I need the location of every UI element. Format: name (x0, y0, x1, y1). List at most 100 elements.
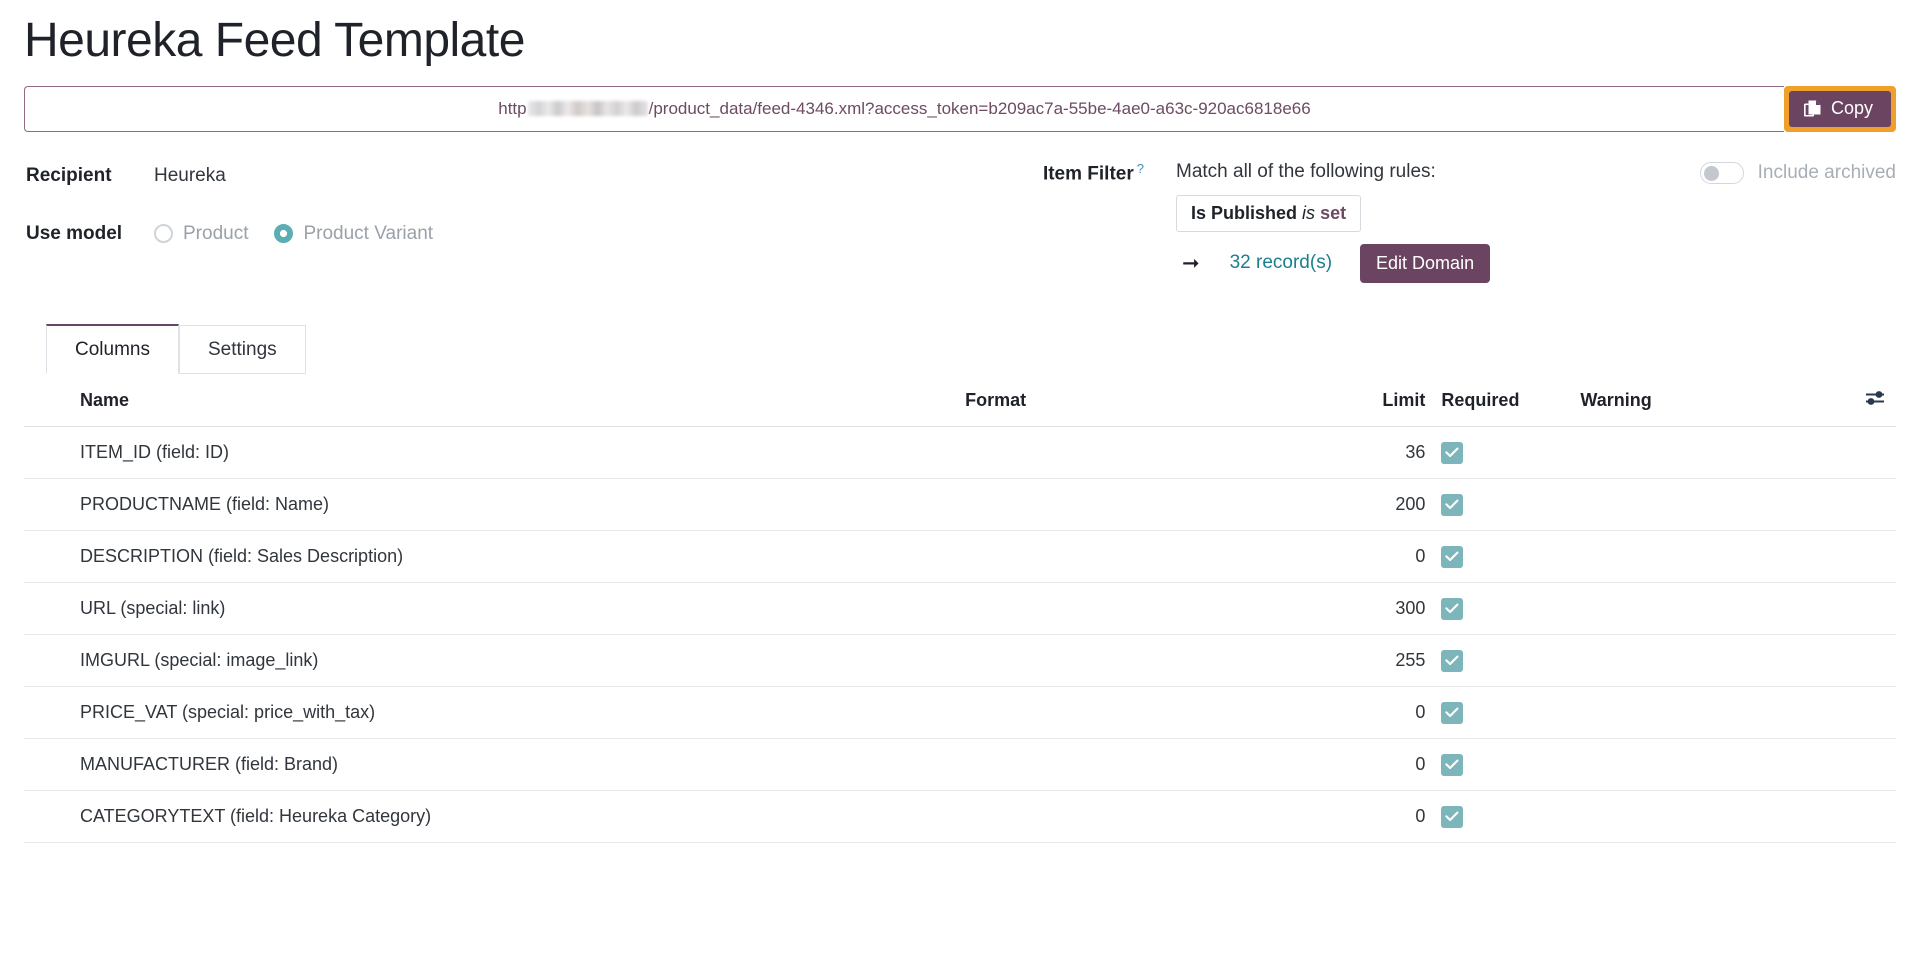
radio-circle-selected-icon (274, 224, 294, 244)
sliders-icon[interactable] (1864, 389, 1886, 412)
radio-label-product-variant: Product Variant (303, 222, 434, 244)
form-and-filter-region: Recipient Heureka Use model Product Prod… (24, 158, 1896, 283)
question-mark-icon[interactable]: ? (1137, 161, 1144, 176)
cell-format (965, 738, 1303, 791)
radio-circle-icon (154, 224, 173, 244)
columns-table: Name Format Limit Required Warning ITEM_… (24, 372, 1896, 843)
required-checkbox-checked-icon[interactable] (1441, 493, 1464, 516)
cell-warning (1558, 478, 1835, 531)
cell-tools (1834, 634, 1896, 687)
cell-format (965, 686, 1303, 739)
cell-format (965, 790, 1303, 843)
copy-button-label: Copy (1830, 98, 1873, 119)
table-row[interactable]: DESCRIPTION (field: Sales Description) 0 (24, 530, 1896, 583)
feed-url-prefix: http (498, 98, 527, 118)
record-count-row: ➞ 32 record(s) Edit Domain (1176, 243, 1566, 283)
rule-field: Is Published (1191, 202, 1298, 223)
rule-value: set (1320, 202, 1347, 223)
match-rules-text: Match all of the following rules: (1176, 160, 1436, 182)
include-archived-toggle[interactable] (1699, 161, 1744, 184)
filter-rule-chip[interactable]: Is Published is set (1176, 194, 1362, 232)
radio-option-product[interactable]: Product (154, 223, 248, 245)
cell-tools (1834, 686, 1896, 739)
copy-button[interactable]: Copy (1788, 90, 1891, 127)
cell-limit: 300 (1302, 582, 1426, 635)
cell-name: PRODUCTNAME (field: Name) (24, 478, 966, 531)
table-row[interactable]: MANUFACTURER (field: Brand) 0 (24, 738, 1896, 791)
recipient-row: Recipient Heureka (26, 158, 1004, 194)
cell-required (1425, 478, 1559, 531)
table-row[interactable]: PRODUCTNAME (field: Name) 200 (24, 478, 1896, 531)
cell-required (1425, 530, 1559, 583)
feed-url-field[interactable]: http/product_data/feed-4346.xml?access_t… (24, 85, 1784, 132)
recipient-label: Recipient (26, 164, 112, 186)
header-name[interactable]: Name (24, 372, 966, 427)
feed-url-suffix: /product_data/feed-4346.xml?access_token… (648, 98, 1311, 118)
cell-format (965, 478, 1303, 531)
cell-tools (1834, 582, 1896, 635)
radio-option-product-variant[interactable]: Product Variant (274, 223, 433, 245)
cell-format (965, 426, 1303, 479)
item-filter-label-column: Item Filter? (1004, 158, 1144, 185)
arrow-right-icon: ➞ (1182, 251, 1200, 275)
cell-warning (1558, 686, 1835, 739)
cell-limit: 0 (1302, 530, 1426, 583)
cell-name: ITEM_ID (field: ID) (24, 426, 966, 479)
tab-bar: Columns Settings (24, 323, 1896, 374)
required-checkbox-checked-icon[interactable] (1441, 753, 1464, 776)
table-row[interactable]: CATEGORYTEXT (field: Heureka Category) 0 (24, 790, 1896, 843)
table-row[interactable]: URL (special: link) 300 (24, 582, 1896, 635)
header-warning[interactable]: Warning (1558, 372, 1835, 427)
cell-limit: 0 (1302, 738, 1426, 791)
page-title: Heureka Feed Template (24, 14, 525, 67)
record-count-link[interactable]: 32 record(s) (1230, 252, 1332, 274)
radio-label-product: Product (183, 222, 249, 244)
cell-name: URL (special: link) (24, 582, 966, 635)
cell-required (1425, 426, 1559, 479)
copy-icon (1803, 99, 1822, 118)
cell-format (965, 530, 1303, 583)
edit-domain-button[interactable]: Edit Domain (1360, 243, 1491, 283)
required-checkbox-checked-icon[interactable] (1441, 805, 1464, 828)
required-checkbox-checked-icon[interactable] (1441, 441, 1464, 464)
cell-limit: 200 (1302, 478, 1426, 531)
rule-operator: is (1302, 202, 1316, 223)
cell-format (965, 634, 1303, 687)
cell-tools (1834, 738, 1896, 791)
use-model-label: Use model (26, 222, 123, 244)
table-row[interactable]: PRICE_VAT (special: price_with_tax) 0 (24, 686, 1896, 739)
tab-columns[interactable]: Columns (46, 323, 179, 374)
header-format[interactable]: Format (965, 372, 1303, 427)
recipient-value[interactable]: Heureka (154, 165, 226, 187)
cell-required (1425, 582, 1559, 635)
required-checkbox-checked-icon[interactable] (1441, 701, 1464, 724)
table-body: ITEM_ID (field: ID) 36 PRODUCTNAME (field:… (24, 426, 1896, 843)
cell-limit: 0 (1302, 790, 1426, 843)
table-header-row: Name Format Limit Required Warning (24, 372, 1896, 427)
cell-limit: 0 (1302, 686, 1426, 739)
tab-settings[interactable]: Settings (178, 324, 306, 374)
cell-tools (1834, 478, 1896, 531)
header-required[interactable]: Required (1425, 372, 1559, 427)
cell-required (1425, 790, 1559, 843)
required-checkbox-checked-icon[interactable] (1441, 545, 1464, 568)
cell-name: CATEGORYTEXT (field: Heureka Category) (24, 790, 966, 843)
form-left-column: Recipient Heureka Use model Product Prod… (24, 158, 1004, 252)
cell-tools (1834, 426, 1896, 479)
cell-name: PRICE_VAT (special: price_with_tax) (24, 686, 966, 739)
cell-required (1425, 738, 1559, 791)
cell-warning (1558, 426, 1835, 479)
include-archived-group: Include archived (1566, 158, 1896, 184)
cell-warning (1558, 530, 1835, 583)
required-checkbox-checked-icon[interactable] (1441, 597, 1464, 620)
required-checkbox-checked-icon[interactable] (1441, 649, 1464, 672)
table-head: Name Format Limit Required Warning (24, 372, 1896, 427)
cell-required (1425, 686, 1559, 739)
item-filter-label: Item Filter (1042, 163, 1134, 185)
header-limit[interactable]: Limit (1302, 372, 1426, 427)
table-row[interactable]: IMGURL (special: image_link) 255 (24, 634, 1896, 687)
cell-limit: 255 (1302, 634, 1426, 687)
cell-format (965, 582, 1303, 635)
table-row[interactable]: ITEM_ID (field: ID) 36 (24, 426, 1896, 479)
cell-warning (1558, 634, 1835, 687)
